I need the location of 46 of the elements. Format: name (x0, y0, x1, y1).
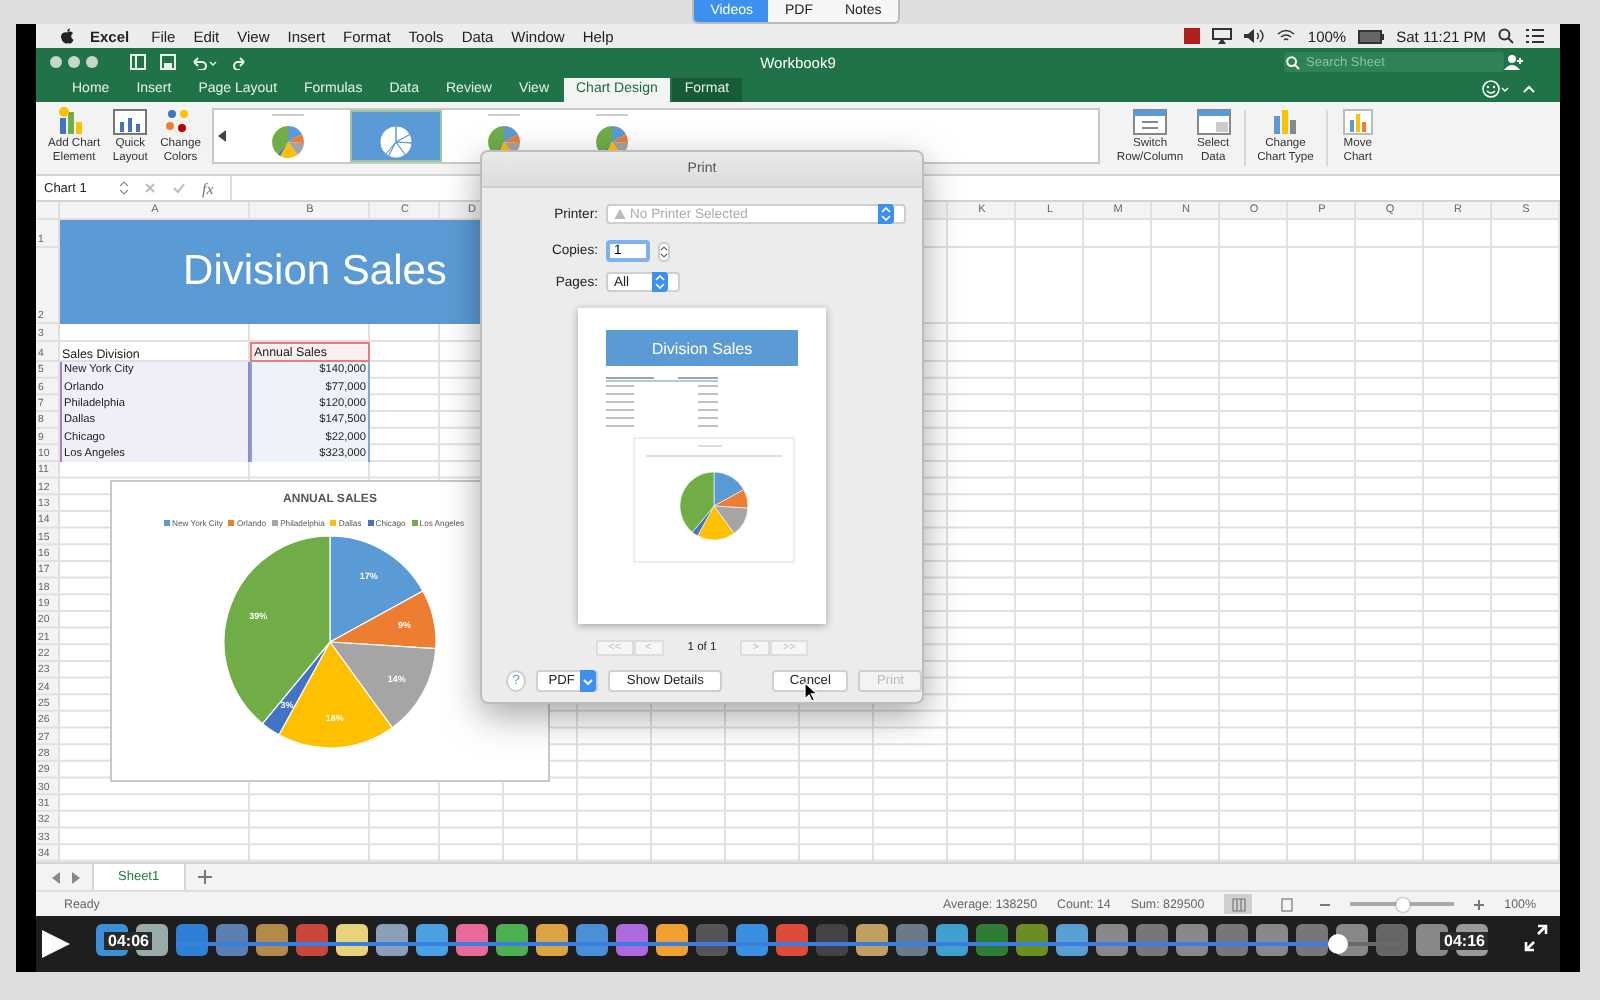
wifi-icon[interactable] (1275, 28, 1296, 44)
window-close-button[interactable] (50, 56, 62, 68)
app-status-icon[interactable] (1183, 28, 1200, 44)
undo-icon[interactable] (190, 54, 218, 70)
total-time: 04:16 (1440, 932, 1489, 950)
grid-icon (1231, 897, 1246, 911)
add-sheet-icon[interactable] (197, 870, 212, 884)
zoom-in-icon[interactable] (1474, 899, 1485, 909)
checkmark-icon[interactable] (172, 182, 186, 194)
search-icon (1286, 55, 1300, 69)
fullscreen-icon[interactable] (1524, 924, 1548, 952)
share-person-icon[interactable] (1504, 54, 1524, 70)
pointer-cursor-icon (804, 682, 818, 702)
window-minimize-button[interactable] (68, 56, 80, 68)
next-sheet-icon[interactable] (72, 871, 80, 883)
smiley-icon[interactable] (1482, 80, 1510, 98)
sidebar-icon[interactable] (130, 54, 146, 70)
save-icon[interactable] (160, 54, 176, 70)
apple-logo-icon[interactable] (60, 28, 74, 44)
sheet-title: Division Sales (183, 245, 447, 298)
stepper-icon[interactable] (658, 241, 670, 261)
stepper-arrows-icon (652, 272, 668, 292)
insert-function-button[interactable]: fx (202, 179, 214, 197)
stepper-icon[interactable] (120, 180, 128, 196)
volume-icon[interactable] (1243, 28, 1264, 44)
stepper-arrows-icon (878, 204, 894, 224)
airplay-icon[interactable] (1211, 28, 1232, 44)
previous-sheet-icon[interactable] (52, 871, 60, 883)
normal-view-button[interactable] (1224, 894, 1253, 914)
chart-style-thumbnail[interactable] (350, 110, 443, 162)
search-icon[interactable] (1498, 28, 1514, 44)
play-icon[interactable] (40, 928, 72, 960)
preview-title: Division Sales (606, 330, 798, 366)
page-icon (1279, 897, 1294, 911)
chevron-down-icon (582, 677, 595, 685)
window-zoom-button[interactable] (86, 56, 98, 68)
battery-icon[interactable] (1358, 29, 1385, 43)
elapsed-time: 04:06 (104, 932, 153, 950)
zoom-out-icon[interactable] (1320, 899, 1331, 909)
zoom-slider-thumb[interactable] (1395, 897, 1410, 911)
scroll-left-icon[interactable] (218, 130, 227, 142)
warning-icon (614, 208, 626, 220)
video-progress-thumb[interactable] (1328, 934, 1349, 954)
redo-icon[interactable] (232, 54, 248, 70)
list-icon[interactable] (1526, 28, 1544, 44)
collapse-ribbon-icon[interactable] (1522, 84, 1536, 94)
